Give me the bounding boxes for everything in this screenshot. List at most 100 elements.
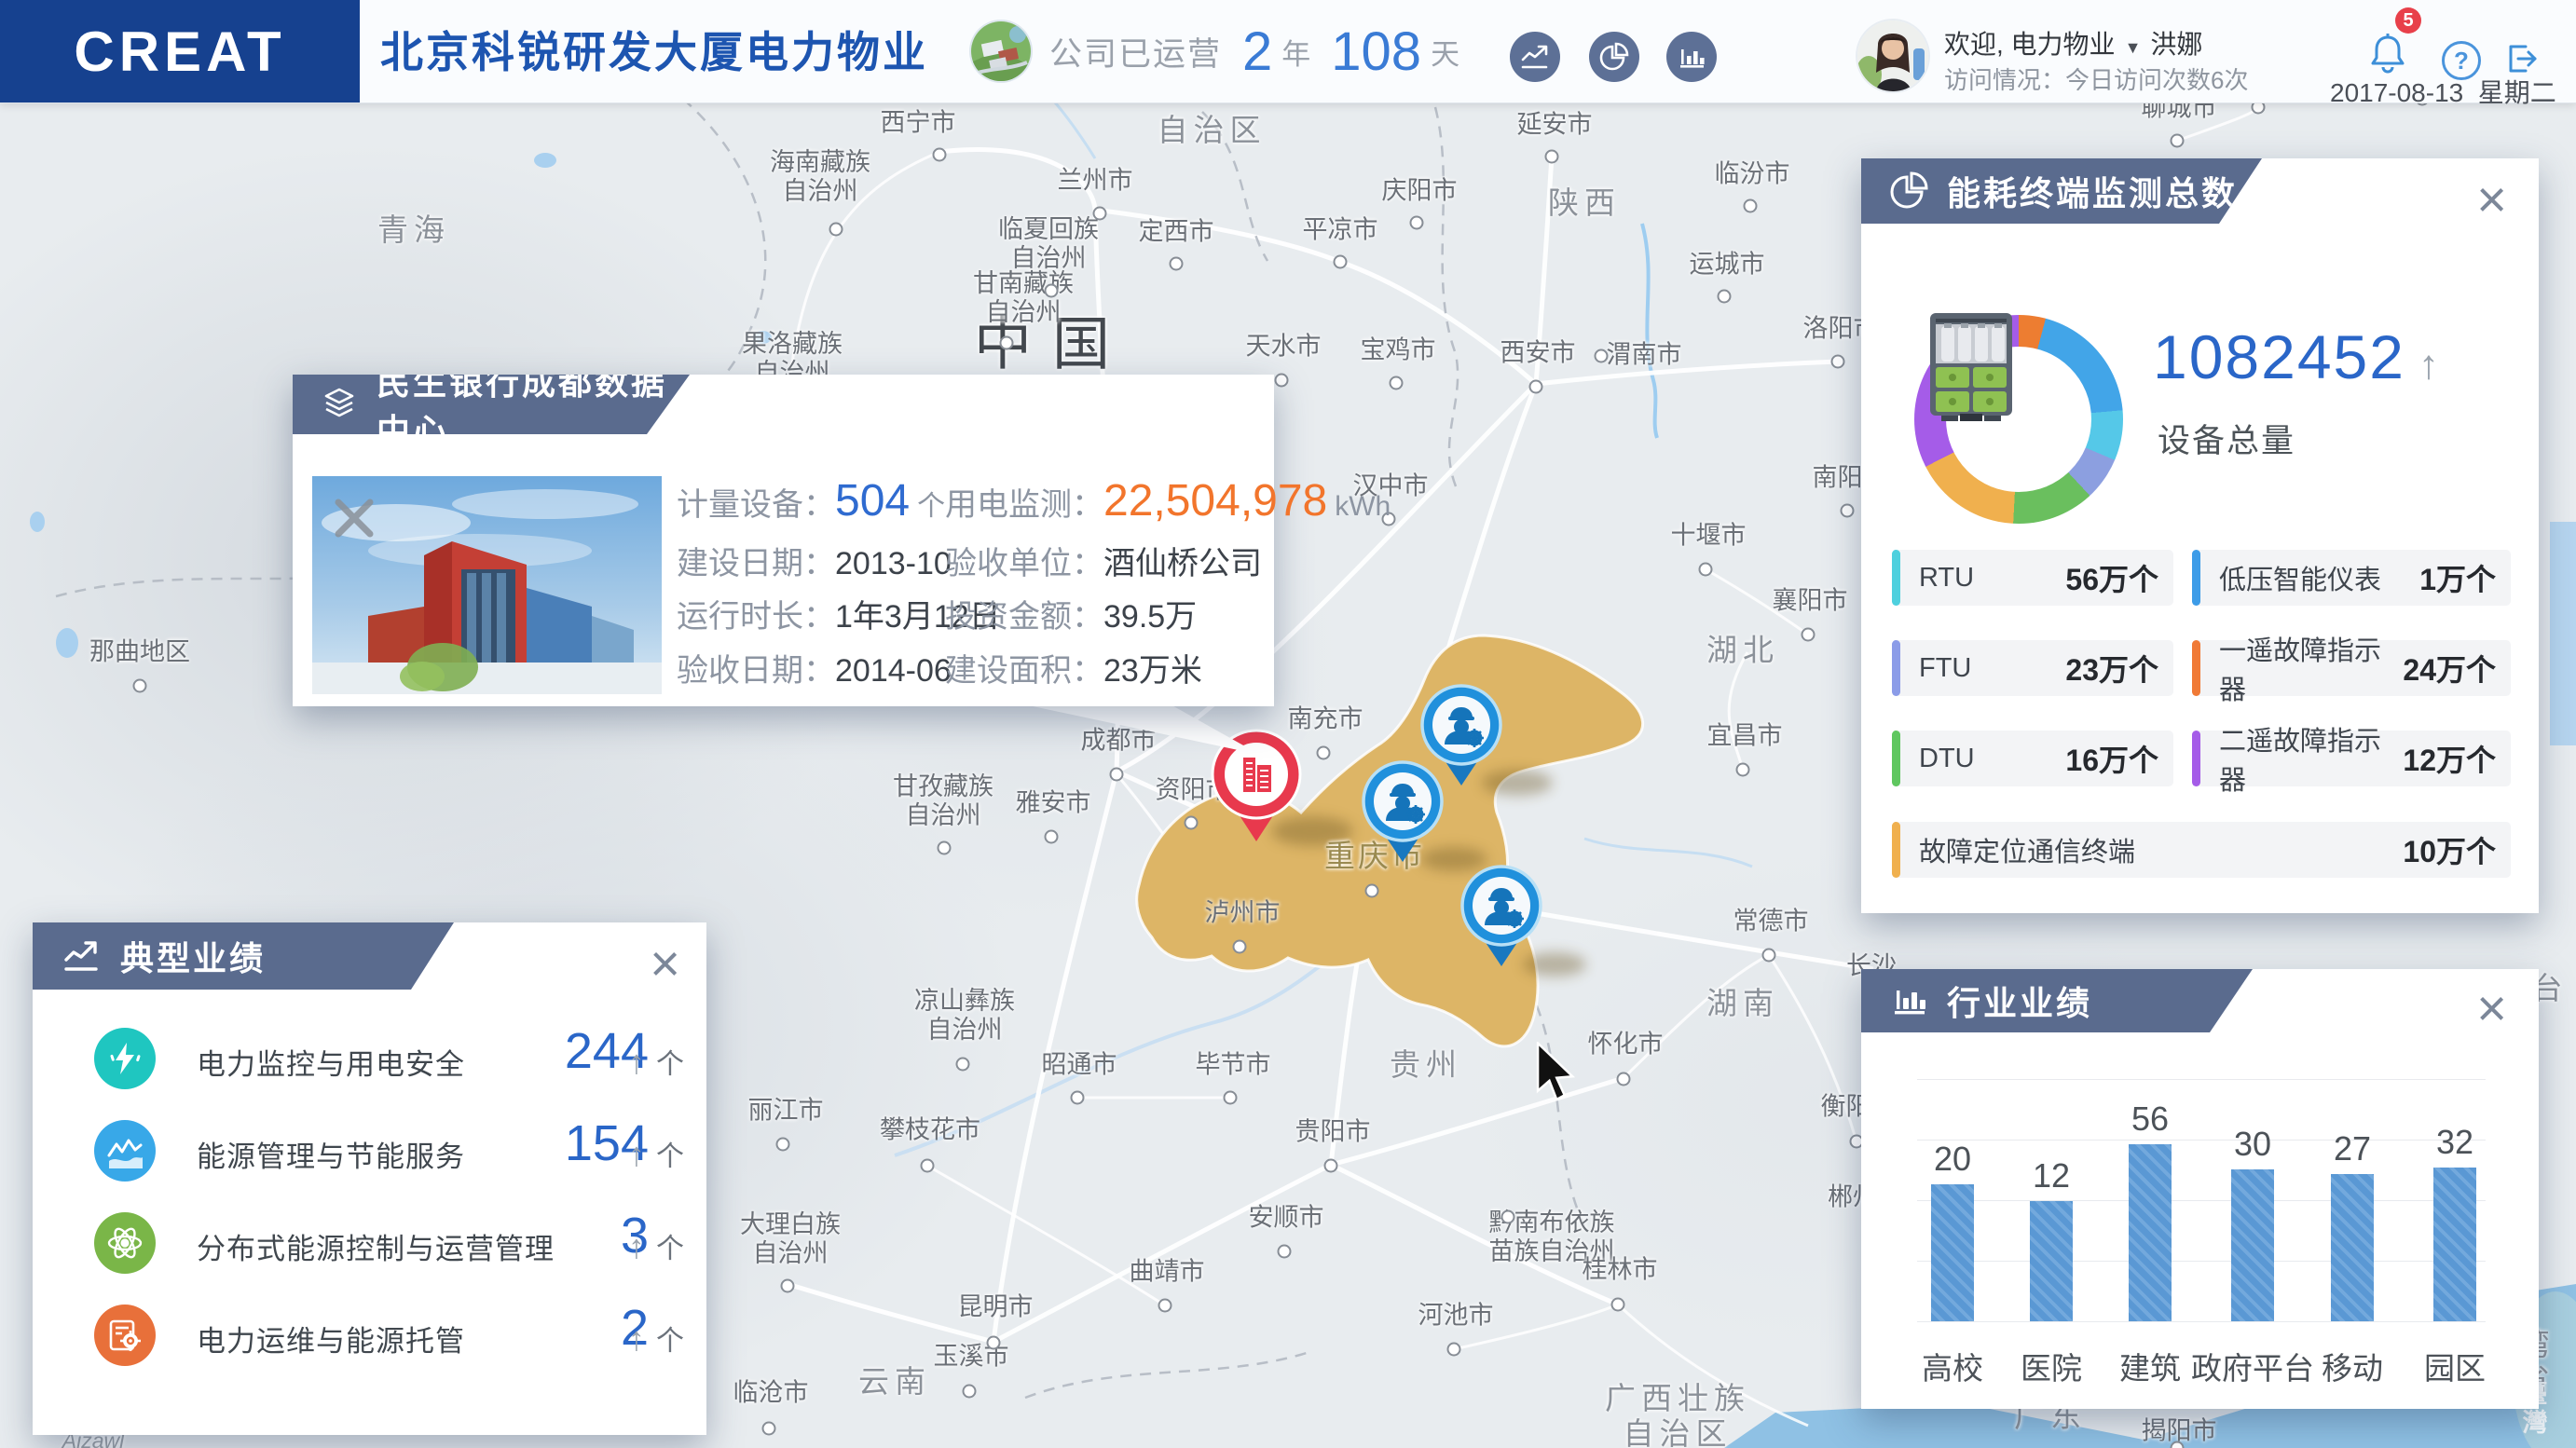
runtime-days-unit: 天: [1431, 37, 1460, 71]
map-label: 广西壮族 自治区: [1605, 1381, 1750, 1448]
map-label: 宜昌市: [1706, 721, 1783, 750]
app-header: CREAT 北京科锐研发大厦电力物业 公司已运营 2 年 108 天 欢迎, 电…: [0, 0, 2576, 107]
map-label: 甘南藏族 自治州: [973, 268, 1074, 326]
legend-value: 10万个: [2403, 835, 2496, 868]
legend-color-bar: [1892, 550, 1900, 606]
map-label: 曲靖市: [1129, 1257, 1205, 1286]
industry-panel-title: 行业业绩: [1947, 984, 2093, 1022]
map-city-dot: [1735, 762, 1750, 777]
map-label: 常德市: [1733, 907, 1809, 936]
legend-color-bar: [2192, 640, 2200, 696]
legend-item: RTU 56万个: [1892, 550, 2173, 606]
map-city-dot: [1610, 1297, 1625, 1312]
map-city-dot: [1616, 1072, 1631, 1086]
worker-marker-pin[interactable]: [1453, 864, 1550, 975]
map-city-dot: [1232, 939, 1247, 954]
map-city-dot: [1316, 745, 1331, 760]
chart-gridline: [1917, 1200, 2486, 1201]
legend-color-bar: [1892, 822, 1900, 878]
chart-category-label: 建筑: [2119, 1351, 2181, 1386]
map-city-dot: [1044, 283, 1059, 298]
worker-marker-pin[interactable]: [1354, 759, 1451, 870]
map-label: 怀化市: [1587, 1030, 1664, 1059]
map-city-dot: [761, 1421, 776, 1436]
user-menu[interactable]: 欢迎, 电力物业 ▼ 洪娜: [1944, 24, 2202, 61]
industry-performance-panel: 行业业绩 × 20 高校 12 医院 56 建筑 30 政府平台 27 移动 32 园区: [1861, 969, 2539, 1409]
company-runtime: 公司已运营 2 年 108 天: [971, 0, 1459, 102]
map-label: 湖南: [1706, 986, 1779, 1021]
mouse-cursor: [1536, 1040, 1579, 1104]
map-city-dot: [1184, 815, 1199, 830]
bar-chart-nav-button[interactable]: [1666, 32, 1717, 82]
map-label: 丽江市: [747, 1096, 824, 1125]
up-arrow-icon: ↑ 个: [627, 1227, 684, 1265]
map-city-dot: [932, 147, 947, 162]
map-city-dot: [132, 678, 147, 693]
dashboard-root: 青海 中国 自治区 那曲地区 西宁市 海南藏族 自治州 兰州市 临夏回族 自治州 甘南藏族 自治…: [0, 0, 2576, 1448]
chart-bar-value: 20: [1933, 1140, 1972, 1178]
map-label: 庆阳市: [1381, 176, 1458, 205]
map-label: 襄阳市: [1772, 586, 1848, 615]
map-label: 大理白族 自治州: [740, 1209, 841, 1267]
map-city-dot: [1389, 376, 1404, 390]
map-label: 临夏回族 自治州: [998, 214, 1099, 272]
typical-performance-panel: 典型业绩 × 电力监控与用电安全 244 ↑ 个能源管理与节能服务 154 ↑ 个分布式…: [33, 922, 706, 1435]
trend-line-icon: [59, 934, 103, 978]
map-city-dot: [1840, 503, 1855, 518]
pie-chart-nav-button[interactable]: [1589, 32, 1639, 82]
chart-bar: [2433, 1168, 2476, 1321]
map-label: 攀枝花市: [880, 1115, 980, 1144]
legend-item: 二遥故障指示器 12万个: [2192, 727, 2511, 796]
chart-bar: [2331, 1174, 2374, 1321]
company-photo: [971, 21, 1031, 81]
map-label: 平凉市: [1302, 215, 1378, 244]
close-icon[interactable]: ×: [2476, 173, 2507, 225]
map-label: 桂林市: [1582, 1255, 1658, 1284]
logo-text: CREAT: [74, 20, 286, 83]
runtime-label: 公司已运营: [1049, 35, 1223, 73]
map-label: 十堰市: [1670, 521, 1747, 550]
up-arrow-icon: ↑ 个: [627, 1135, 684, 1173]
legend-value: 1万个: [2419, 563, 2496, 596]
popup-field: 用电监测：22,504,978 kWh: [945, 476, 1391, 526]
page-title: 北京科锐研发大厦电力物业: [380, 28, 928, 76]
map-label: 延安市: [1516, 110, 1593, 139]
chart-category-label: 园区: [2424, 1351, 2486, 1386]
logo: CREAT: [0, 0, 360, 102]
map-label: 青海: [377, 212, 450, 248]
popup-field: 验收日期：2014-06: [677, 653, 952, 689]
line-chart-nav-button[interactable]: [1510, 32, 1560, 82]
layers-icon: [319, 384, 360, 425]
close-icon[interactable]: ×: [2476, 982, 2507, 1034]
legend-item: 一遥故障指示器 24万个: [2192, 636, 2511, 705]
up-arrow-icon: ↑: [2418, 342, 2441, 388]
pie-chart-icon: [1887, 170, 1930, 212]
map-city-dot: [1277, 1244, 1292, 1259]
legend-value: 56万个: [2065, 563, 2158, 596]
legend-value: 16万个: [2065, 744, 2158, 777]
map-label: 湖北: [1706, 633, 1779, 668]
map-label: 成都市: [1080, 726, 1157, 755]
map-label: 河池市: [1418, 1301, 1494, 1330]
energy-panel-header: 能耗终端监测总数: [1861, 158, 2262, 224]
user-avatar[interactable]: [1857, 20, 1928, 91]
map-label: 昆明市: [957, 1292, 1034, 1321]
close-icon[interactable]: ×: [650, 937, 680, 990]
map-city-dot: [1761, 948, 1776, 963]
map-city-dot: [1698, 562, 1713, 577]
map-city-dot: [1500, 1209, 1515, 1224]
chart-bar: [1931, 1184, 1974, 1321]
map-label: 泸州市: [1204, 898, 1281, 927]
map-label: 天水市: [1245, 332, 1322, 361]
site-popup: 民生银行成都数据中心 计量设备：504 个 用电监测：22,504,978 kW…: [293, 375, 1391, 706]
chart-bar-value: 30: [2233, 1125, 2272, 1163]
runtime-years-unit: 年: [1281, 37, 1311, 71]
map-label: 毕节市: [1195, 1050, 1271, 1079]
legend-item: 故障定位通信终端 10万个: [1892, 822, 2511, 878]
chart-bar-value: 27: [2333, 1129, 2372, 1168]
map-city-dot: [1044, 829, 1059, 844]
chart-category-label: 移动: [2322, 1351, 2383, 1386]
map-city-dot: [1323, 1158, 1338, 1173]
site-marker-pin[interactable]: [1202, 728, 1310, 850]
map-city-dot: [955, 1057, 970, 1072]
